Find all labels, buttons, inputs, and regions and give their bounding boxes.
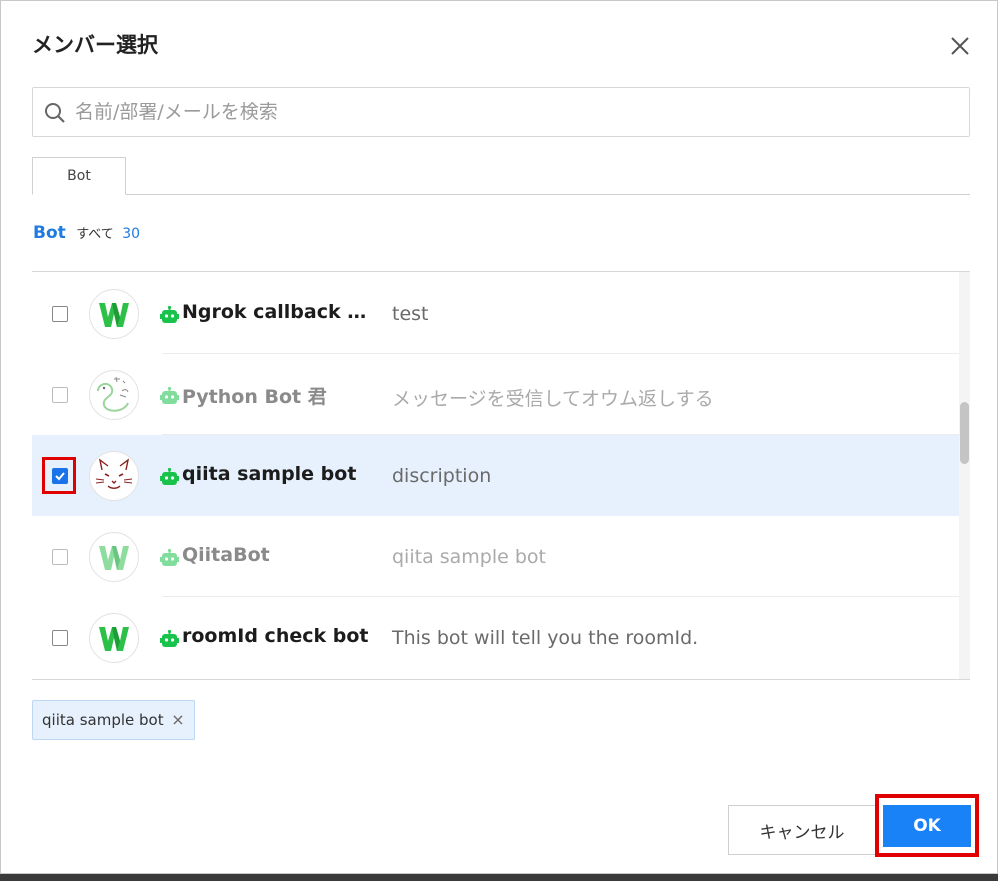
- bot-icon: [160, 630, 179, 647]
- bot-icon: [160, 468, 179, 485]
- member-row[interactable]: roomId check bot This bot will tell you …: [32, 597, 959, 678]
- member-description: discription: [392, 465, 492, 487]
- list-scrollbar[interactable]: [959, 272, 970, 679]
- search-icon: [45, 103, 65, 123]
- member-checkbox[interactable]: [52, 549, 68, 565]
- member-name: Python Bot 君: [182, 386, 327, 408]
- member-name: Ngrok callback …: [182, 301, 367, 323]
- w-logo-icon: [99, 546, 129, 570]
- bot-icon: [160, 306, 179, 323]
- chip-label: qiita sample bot: [42, 711, 164, 729]
- selected-chip: qiita sample bot ×: [32, 700, 195, 740]
- member-checkbox[interactable]: [52, 387, 68, 403]
- member-row[interactable]: qiita sample bot discription: [32, 435, 959, 516]
- scrollbar-thumb[interactable]: [960, 402, 969, 464]
- tab-bot[interactable]: Bot: [32, 157, 126, 195]
- tab-bar: Bot: [32, 157, 970, 195]
- category-header: Bot すべて 30: [33, 223, 140, 243]
- avatar: [89, 289, 139, 339]
- close-button[interactable]: [945, 31, 975, 61]
- search-box: [32, 87, 970, 137]
- cancel-button[interactable]: キャンセル: [728, 805, 876, 855]
- selected-chips: qiita sample bot ×: [32, 700, 195, 740]
- search-input[interactable]: [75, 96, 955, 128]
- w-logo-icon: [99, 303, 129, 327]
- member-row[interactable]: Ngrok callback … test: [32, 273, 959, 354]
- member-row[interactable]: QiitaBot qiita sample bot: [32, 516, 959, 597]
- snake-drawing-icon: [97, 376, 129, 412]
- avatar: [89, 370, 139, 420]
- background-strip: [0, 873, 998, 881]
- member-name: QiitaBot: [182, 544, 270, 566]
- category-name[interactable]: Bot: [33, 223, 66, 243]
- member-checkbox[interactable]: [52, 630, 68, 646]
- avatar: [89, 451, 139, 501]
- avatar: [89, 532, 139, 582]
- member-list: Ngrok callback … test Python Bot 君 メッセージ…: [32, 271, 970, 680]
- close-icon: [951, 37, 969, 55]
- member-name: qiita sample bot: [182, 463, 357, 485]
- member-description: test: [392, 303, 429, 325]
- category-count: 30: [122, 226, 141, 242]
- chip-remove-icon[interactable]: ×: [171, 701, 184, 739]
- member-description: メッセージを受信してオウム返しする: [392, 388, 714, 410]
- member-description: qiita sample bot: [392, 546, 547, 568]
- member-row[interactable]: Python Bot 君 メッセージを受信してオウム返しする: [32, 354, 959, 435]
- member-name: roomId check bot: [182, 625, 369, 647]
- ok-button[interactable]: OK: [883, 805, 971, 847]
- avatar: [89, 613, 139, 663]
- w-logo-icon: [99, 627, 129, 651]
- dialog-title: メンバー選択: [32, 33, 158, 57]
- bot-icon: [160, 549, 179, 566]
- bot-icon: [160, 387, 179, 404]
- category-all-label: すべて: [76, 227, 114, 242]
- member-select-dialog: メンバー選択 Bot Bot すべて 30: [0, 0, 998, 874]
- member-checkbox[interactable]: [52, 306, 68, 322]
- member-description: This bot will tell you the roomId.: [392, 627, 699, 649]
- cat-face-icon: [95, 458, 133, 489]
- checkbox-highlight: [42, 457, 76, 494]
- ok-button-highlight: OK: [875, 794, 979, 857]
